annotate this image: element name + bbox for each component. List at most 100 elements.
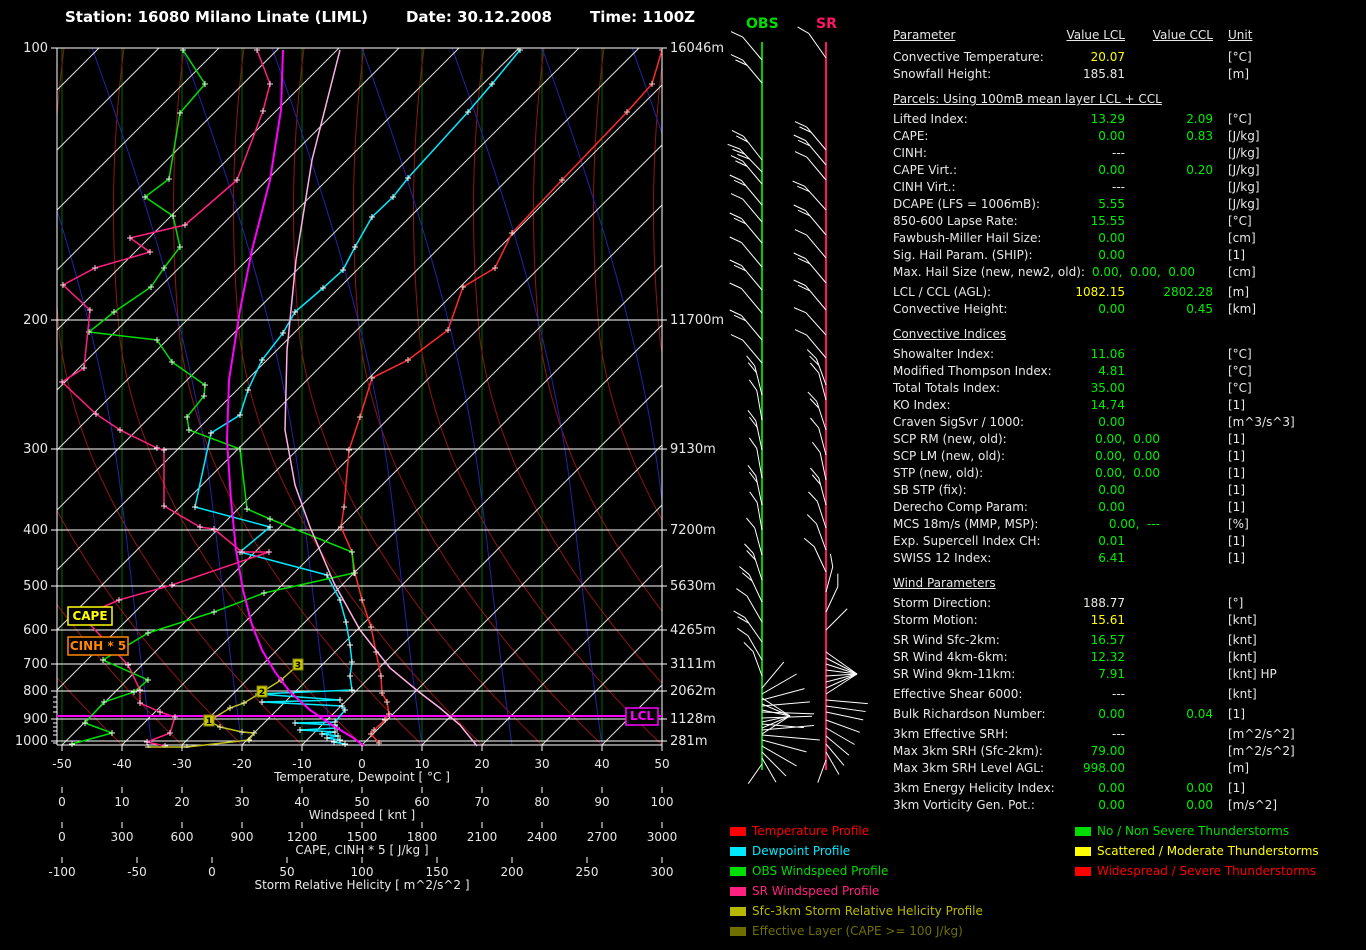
param-label: CAPE:: [893, 128, 928, 144]
param-unit: [m]: [1228, 760, 1249, 776]
srh-axis-label: Storm Relative Helicity [ m^2/s^2 ]: [254, 878, 469, 892]
page-title: Station: 16080 Milano Linate (LIML)Date:…: [65, 8, 733, 26]
param-unit: [1]: [1228, 482, 1245, 498]
param-unit: [km]: [1228, 301, 1256, 317]
temperature-tick-label: -50: [52, 757, 72, 771]
cape-tick-label: 2700: [587, 830, 618, 844]
windspeed-tick-label: 30: [234, 795, 249, 809]
param-value-lcl: 11.06: [1005, 346, 1125, 362]
legend-label: OBS Windspeed Profile: [752, 864, 888, 878]
param-label: Lifted Index:: [893, 111, 968, 127]
param-unit: [cm]: [1228, 264, 1256, 280]
cape-tick-label: 1500: [347, 830, 378, 844]
windspeed-tick-label: 100: [651, 795, 674, 809]
height-label: 1128m: [670, 712, 716, 727]
legend-label: Effective Layer (CAPE >= 100 J/kg): [752, 924, 963, 938]
windspeed-tick-label: 70: [474, 795, 489, 809]
param-value-lcl: 13.29: [1005, 111, 1125, 127]
param-value-lcl: 0.00: [1005, 482, 1125, 498]
pressure-label: 300: [23, 442, 48, 457]
param-value-lcl: ---: [1005, 686, 1125, 702]
param-value-lcl: 16.57: [1005, 632, 1125, 648]
cape-tick-label: 0: [58, 830, 66, 844]
windspeed-tick-label: 20: [174, 795, 189, 809]
cape-tick-label: 2400: [527, 830, 558, 844]
cape-axis: 03006009001200150018002100240027003000CA…: [58, 822, 677, 857]
windspeed-tick-label: 10: [114, 795, 129, 809]
param-value-lcl: 7.91: [1005, 666, 1125, 682]
param-value-lcl: 0.00: [1005, 247, 1125, 263]
height-label: 16046m: [670, 41, 724, 56]
cape-tick-label: 3000: [647, 830, 678, 844]
param-unit: [J/kg]: [1228, 179, 1260, 195]
legend-swatch: [730, 907, 746, 916]
param-value-lcl: ---: [1005, 145, 1125, 161]
windspeed-tick-label: 80: [534, 795, 549, 809]
param-value-lcl: 0.00, 0.00: [1005, 448, 1160, 464]
param-value-lcl: 12.32: [1005, 649, 1125, 665]
srh-tick-label: 50: [279, 865, 294, 879]
mixing-ratio-lines: [62, 48, 662, 745]
srh-tick-label: 0: [208, 865, 216, 879]
param-label: Storm Motion:: [893, 612, 978, 628]
param-value-ccl: 2.09: [1133, 111, 1213, 127]
height-label: 9130m: [670, 442, 716, 457]
param-value-lcl: 185.81: [1005, 66, 1125, 82]
temperature-tick-label: 10: [414, 757, 429, 771]
legend-swatch: [730, 927, 746, 936]
legend-swatch: [730, 867, 746, 876]
cape-axis-label: CAPE, CINH * 5 [ J/kg ]: [295, 843, 428, 857]
srh-km-marker-text: 3: [295, 661, 301, 671]
section-header: Parcels: Using 100mB mean layer LCL + CC…: [893, 91, 1162, 107]
param-label: SCP RM (new, old):: [893, 431, 1007, 447]
param-label: STP (new, old):: [893, 465, 983, 481]
param-unit: [°C]: [1228, 380, 1252, 396]
param-value-ccl: 0.00: [1133, 780, 1213, 796]
plot-frame: [57, 48, 662, 745]
temperature-axis: -50-40-30-20-1001020304050Temperature, D…: [52, 745, 669, 784]
param-unit: [1]: [1228, 533, 1245, 549]
param-value-lcl: 0.00: [1005, 706, 1125, 722]
param-unit: [1]: [1228, 706, 1245, 722]
param-unit: [J/kg]: [1228, 162, 1260, 178]
param-label: Total Totals Index:: [893, 380, 1000, 396]
param-unit: [knt]: [1228, 649, 1257, 665]
param-value-ccl: 0.04: [1133, 706, 1213, 722]
param-value-lcl: 998.00: [1005, 760, 1125, 776]
param-value-lcl: 0.00: [1005, 499, 1125, 515]
param-value-lcl: 0.00, 0.00: [1005, 465, 1160, 481]
legend-label: Widespread / Severe Thunderstorms: [1097, 864, 1316, 878]
param-label: CINH:: [893, 145, 927, 161]
pressure-label: 500: [23, 579, 48, 594]
srh-tick-label: 200: [501, 865, 524, 879]
table-header-value-ccl: Value CCL: [1113, 27, 1213, 43]
param-unit: [m]: [1228, 284, 1249, 300]
param-label: SB STP (fix):: [893, 482, 967, 498]
param-label: SR Wind 4km-6km:: [893, 649, 1008, 665]
lcl-label-box: LCL: [626, 708, 658, 725]
temperature-tick-label: 0: [358, 757, 366, 771]
param-value-lcl: 35.00: [1005, 380, 1125, 396]
param-unit: [m^2/s^2]: [1228, 743, 1295, 759]
param-unit: [knt]: [1228, 686, 1257, 702]
param-value-lcl: 0.00: [1005, 797, 1125, 813]
temperature-tick-label: -40: [112, 757, 132, 771]
height-label: 5630m: [670, 579, 716, 594]
param-label: KO Index:: [893, 397, 951, 413]
param-unit: [J/kg]: [1228, 145, 1260, 161]
legend-label: Temperature Profile: [752, 824, 869, 838]
param-unit: [%]: [1228, 516, 1249, 532]
pressure-label: 100: [23, 41, 48, 56]
param-value-ccl: 0.20: [1133, 162, 1213, 178]
srh-km-marker-text: 2: [259, 688, 265, 698]
param-label: SR Wind Sfc-2km:: [893, 632, 1000, 648]
temperature-tick-label: 40: [594, 757, 609, 771]
srh-tick-label: 250: [576, 865, 599, 879]
windspeed-tick-label: 60: [414, 795, 429, 809]
legend-label: Dewpoint Profile: [752, 844, 850, 858]
table-header-parameter: Parameter: [893, 27, 955, 43]
table-header-value-lcl: Value LCL: [1025, 27, 1125, 43]
srh-km-marker-text: 1: [206, 717, 212, 727]
windspeed-tick-label: 90: [594, 795, 609, 809]
param-value-lcl: 0.00: [1005, 414, 1125, 430]
